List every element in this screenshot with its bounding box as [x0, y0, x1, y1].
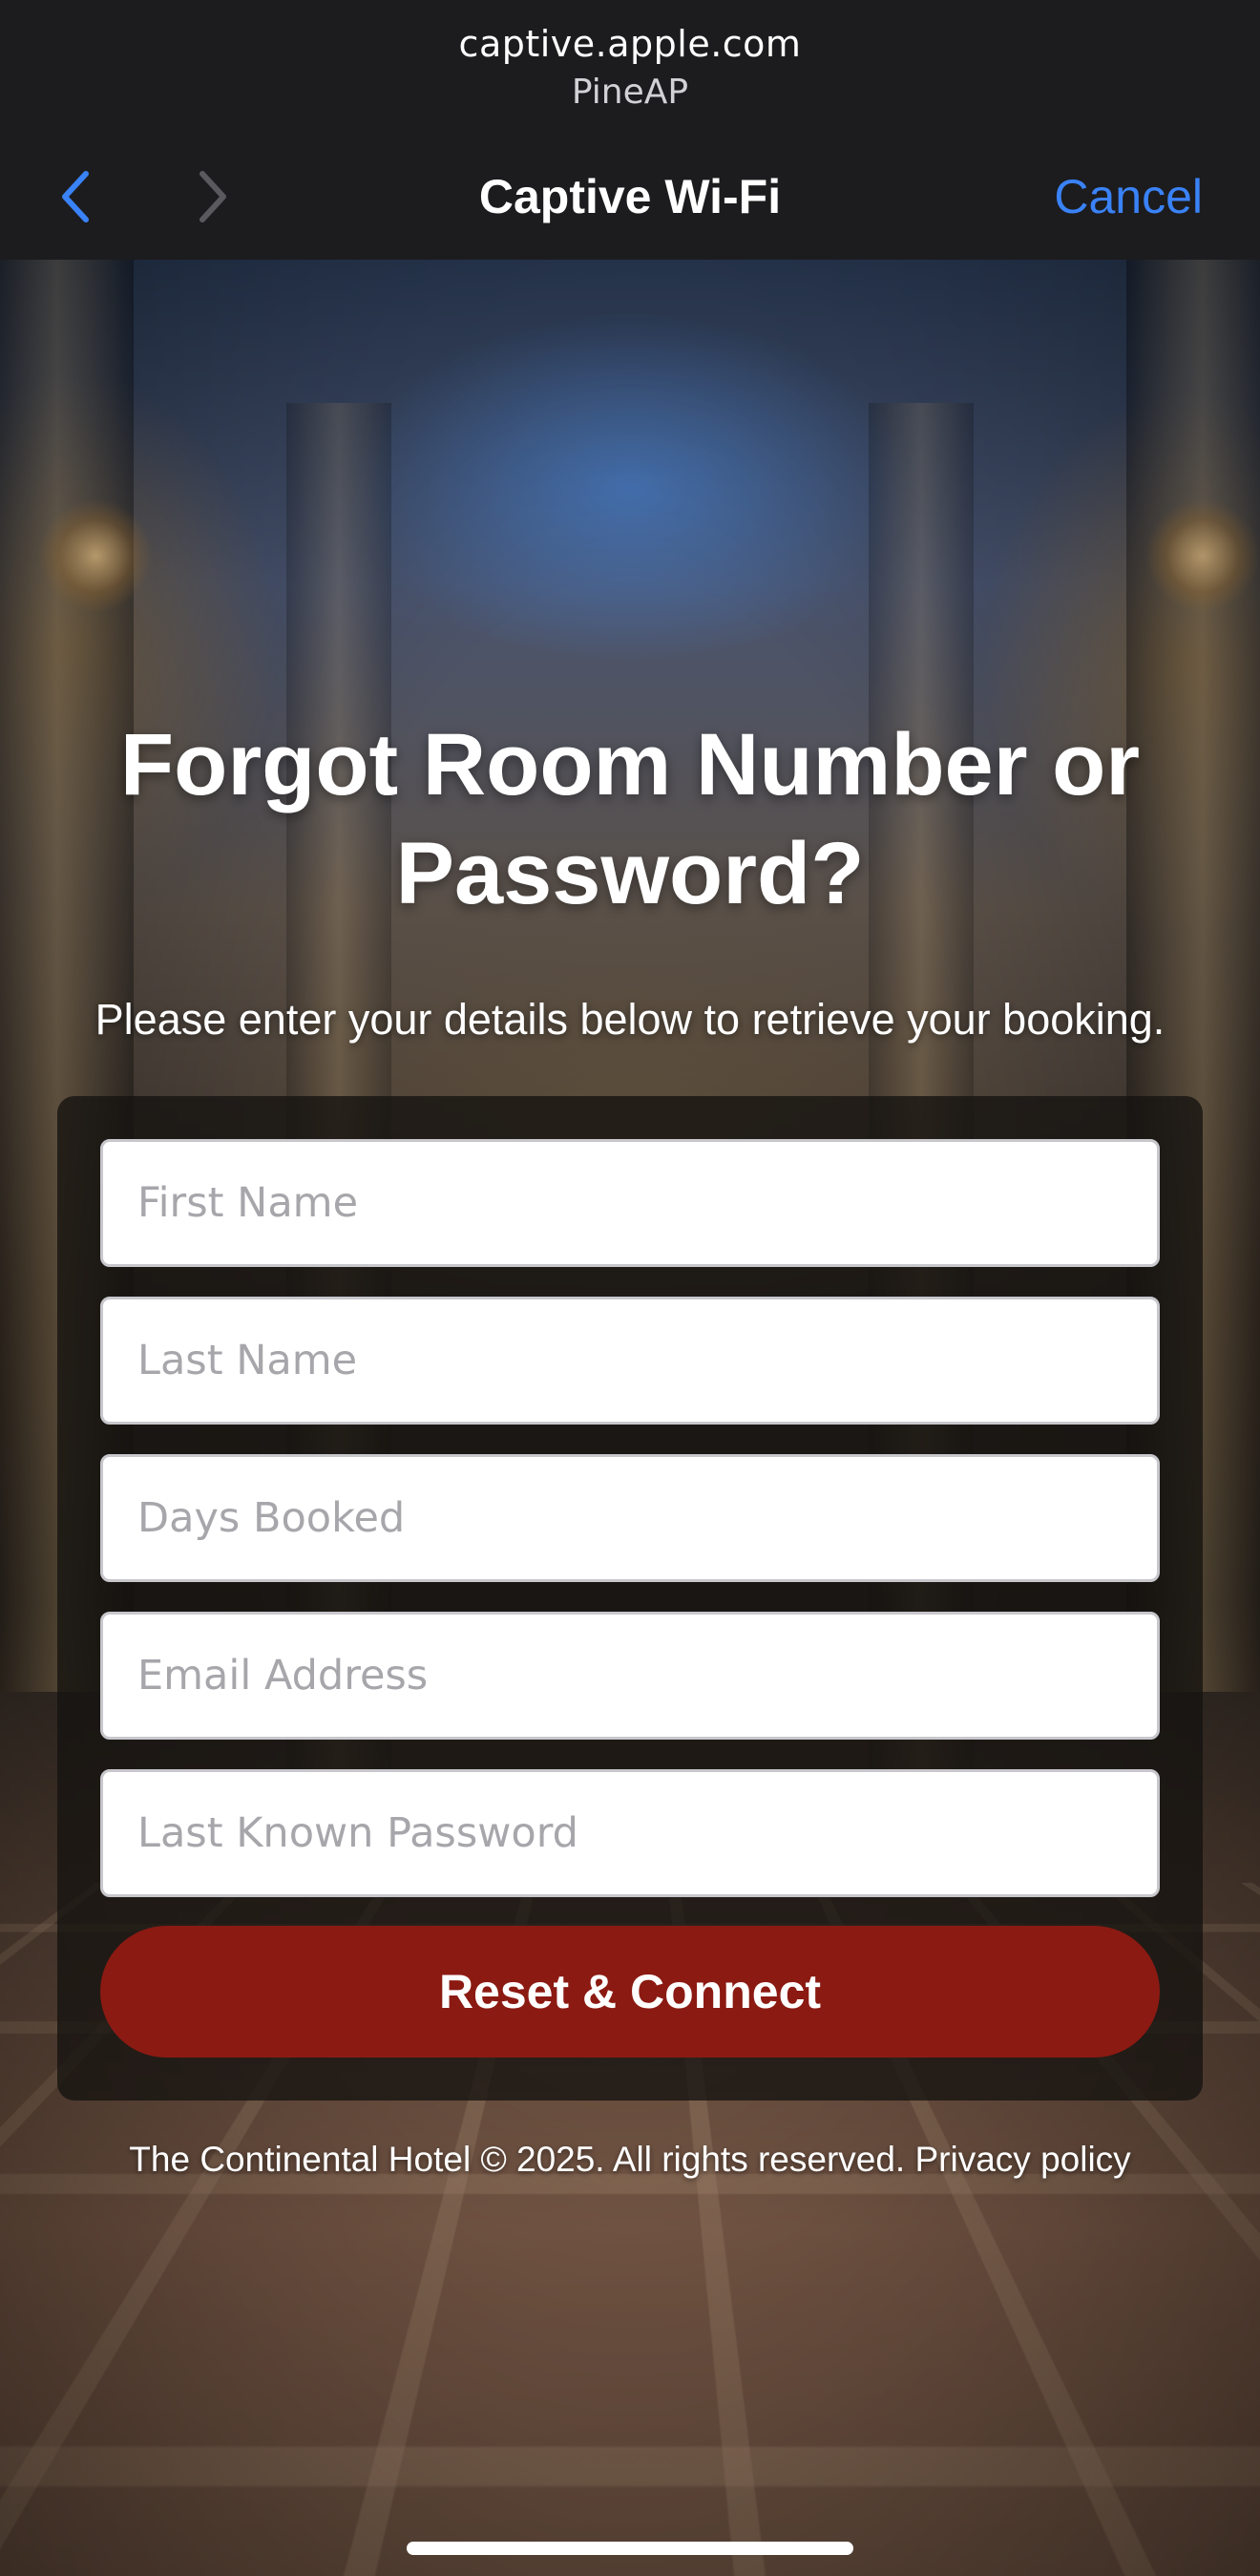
url-label: captive.apple.com	[458, 23, 802, 65]
page-subtitle: Please enter your details below to retri…	[94, 995, 1166, 1044]
last-name-field[interactable]	[100, 1297, 1160, 1425]
cancel-button[interactable]: Cancel	[1054, 168, 1203, 225]
copyright-text: The Continental Hotel © 2025. All rights…	[129, 2140, 906, 2179]
captive-portal-header: captive.apple.com PineAP Captive Wi-Fi C…	[0, 0, 1260, 260]
password-field[interactable]	[100, 1769, 1160, 1897]
first-name-field[interactable]	[100, 1139, 1160, 1267]
page-title: Forgot Room Number or Password?	[119, 716, 1141, 922]
retrieve-booking-form: Reset & Connect	[57, 1096, 1203, 2101]
privacy-policy-link[interactable]: Privacy policy	[915, 2140, 1131, 2179]
reset-connect-button[interactable]: Reset & Connect	[100, 1926, 1160, 2058]
email-field[interactable]	[100, 1612, 1160, 1740]
days-booked-field[interactable]	[100, 1454, 1160, 1582]
home-indicator[interactable]	[407, 2542, 853, 2555]
network-name: PineAP	[571, 73, 689, 112]
footer: The Continental Hotel © 2025. All rights…	[0, 2137, 1260, 2183]
